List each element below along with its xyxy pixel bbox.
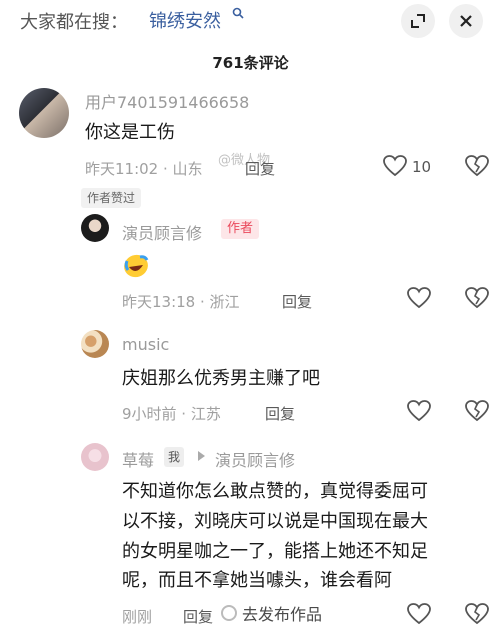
avatar[interactable] [81,214,109,242]
close-button[interactable] [449,4,483,38]
self-badge: 我 [164,447,185,467]
comment-meta: 刚刚 [122,608,153,626]
heart-icon[interactable] [407,400,431,422]
comment-content-line: 不知道你怎么敢点赞的，真觉得委屈可 [122,481,428,502]
close-icon [460,15,472,27]
comment-meta: 昨天13:18 · 浙江 [122,293,240,311]
reply-button[interactable]: 回复 [183,606,213,627]
comment-meta: 9小时前 · 江苏 [122,405,221,423]
comment-meta: 昨天11:02 · 山东 [85,160,203,178]
heart-icon[interactable] [407,287,431,309]
expand-icon [411,14,425,28]
reply-button[interactable]: 回复 [282,291,312,312]
laughing-crying-emoji-icon [124,254,149,278]
comment-content: 庆姐那么优秀男主赚了吧 [122,368,320,389]
avatar[interactable] [19,88,69,138]
search-prefix: 大家都在搜： [20,12,128,33]
expand-button[interactable] [401,4,435,38]
avatar[interactable] [81,443,109,471]
comment-content: 你这是工伤 [85,122,175,143]
comment-content-line: 以不接，刘晓庆可以说是中国现在最大 [122,511,428,532]
dislike-icon[interactable] [465,155,489,177]
search-icon[interactable] [232,7,244,19]
comment-username[interactable]: 用户7401591466658 [85,89,249,113]
heart-icon[interactable] [407,603,431,625]
comment-username[interactable]: 草莓 [122,447,154,471]
like-count: 10 [412,158,432,176]
comment-username[interactable]: music [122,335,169,354]
comment-content-line: 呢，而且不拿她当噱头，谁会看阿 [122,570,392,591]
author-badge: 作者 [221,219,260,239]
heart-icon[interactable] [383,155,407,177]
dislike-icon[interactable] [465,400,489,422]
publish-icon [221,605,237,621]
top-bar: 大家都在搜： 锦绣安然 [0,0,501,40]
comment-username[interactable]: 演员顾言修 [122,220,202,244]
dislike-icon[interactable] [465,287,489,309]
reply-button[interactable]: 回复 [265,403,295,424]
reply-button[interactable]: 回复 [245,158,275,179]
publish-works-overlay[interactable]: 去发布作品 [242,601,322,625]
reply-arrow-icon [198,451,205,461]
avatar[interactable] [81,330,109,358]
search-suggestion-link[interactable]: 锦绣安然 [149,7,221,33]
comment-content-line: 的女明星咖之一了，能搭上她还不知足 [122,541,428,562]
dislike-icon[interactable] [465,603,489,625]
comment-count-title: 761条评论 [212,54,289,72]
reply-to-username[interactable]: 演员顾言修 [215,447,295,471]
author-liked-badge: 作者赞过 [81,188,142,208]
